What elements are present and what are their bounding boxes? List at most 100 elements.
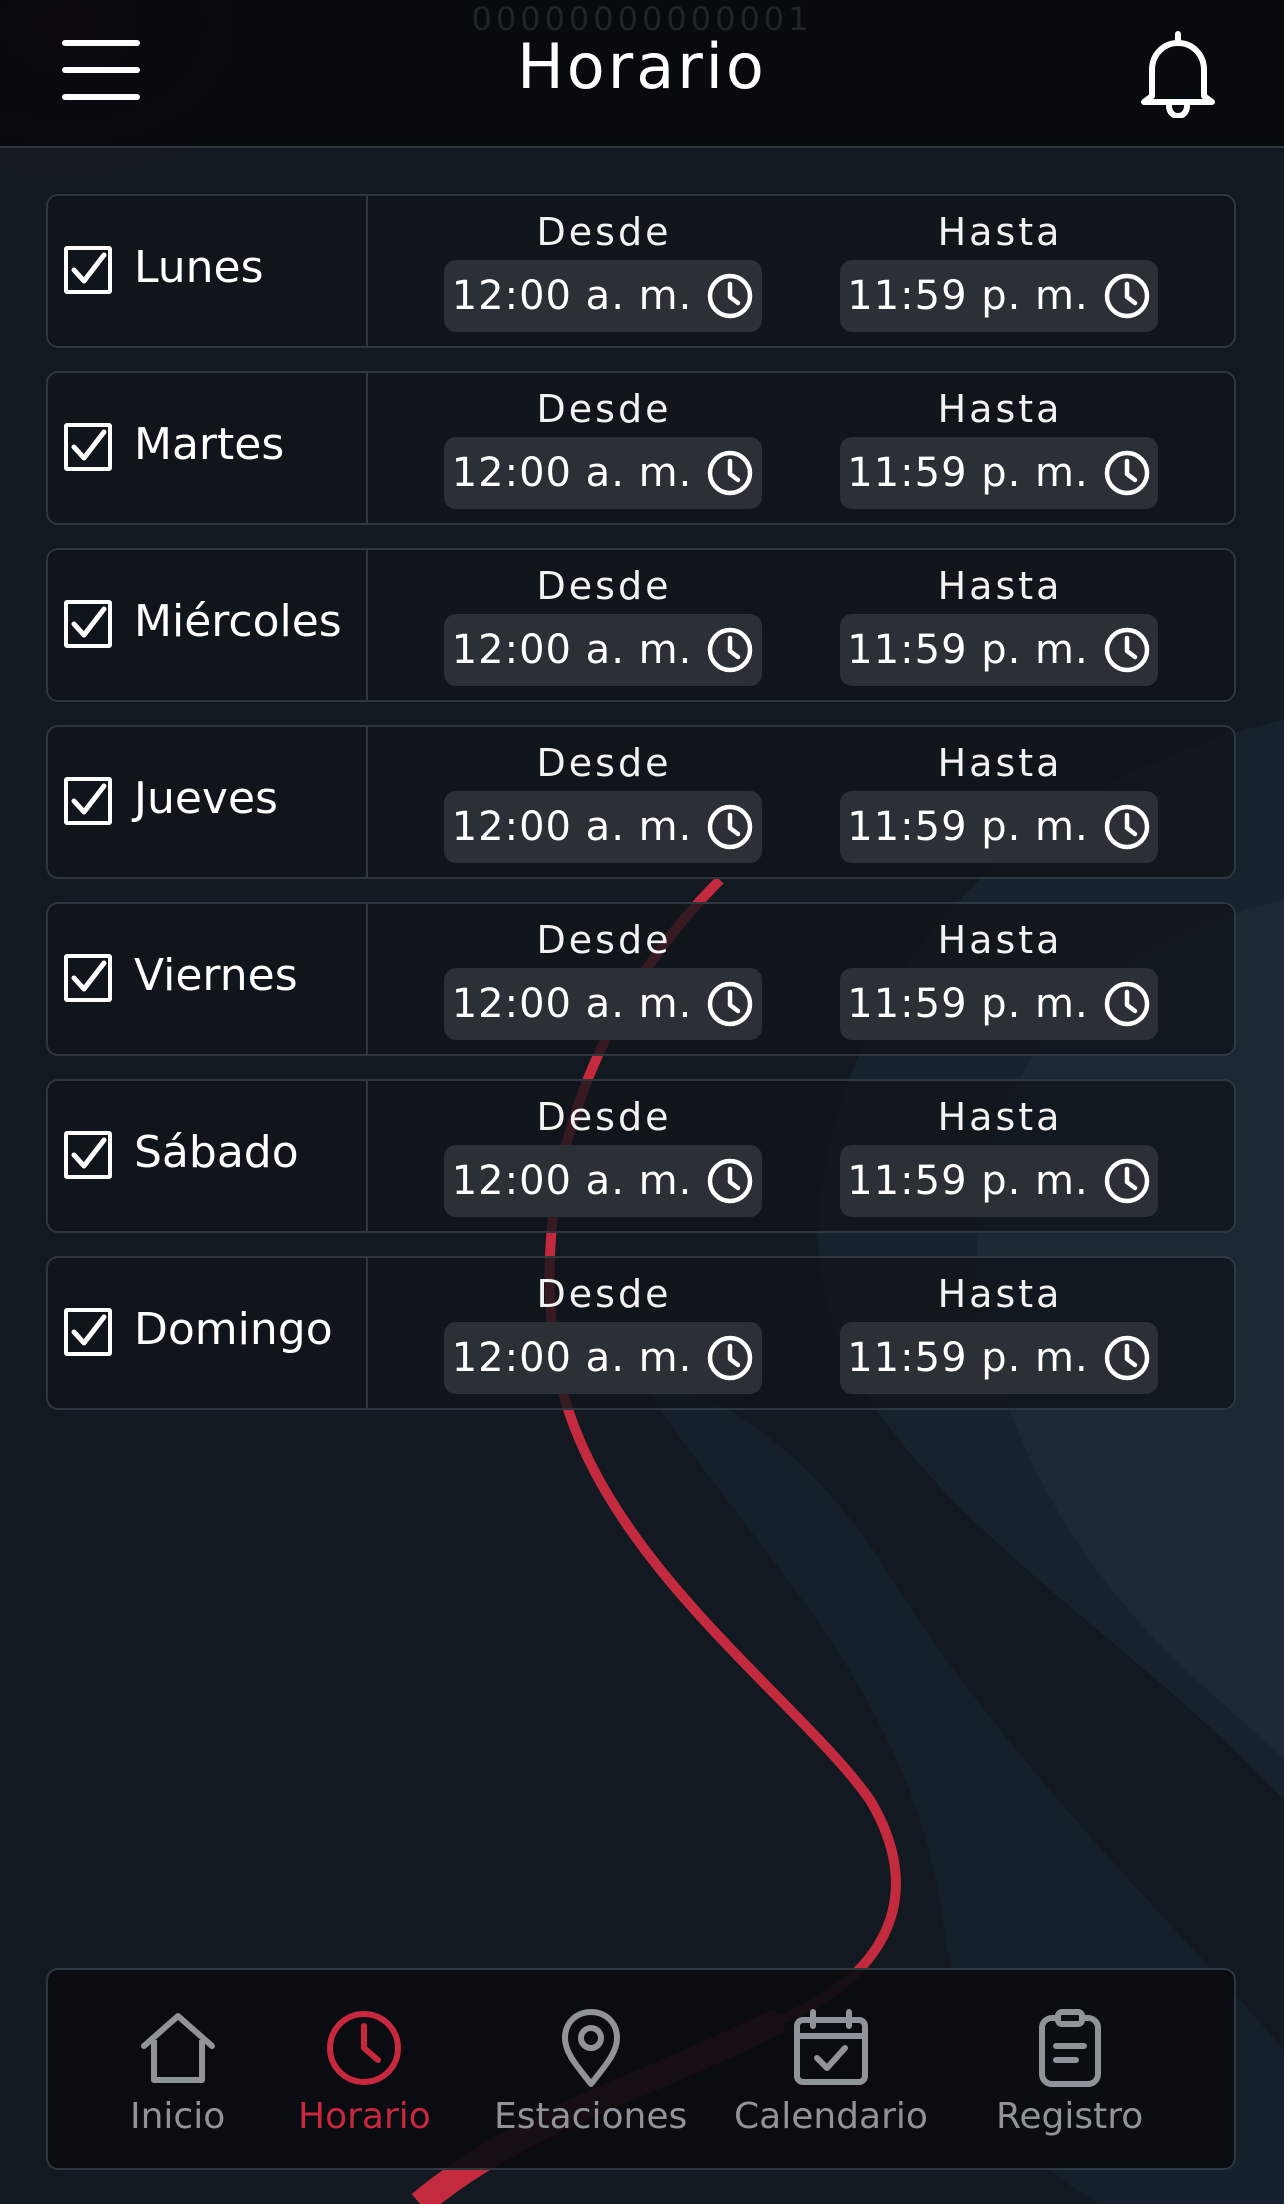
from-time-field[interactable]: 12:00 a. m. — [444, 968, 762, 1040]
to-time-group: Hasta 11:59 p. m. — [840, 739, 1160, 863]
to-time-value: 11:59 p. m. — [847, 627, 1089, 673]
clock-icon[interactable] — [1103, 449, 1151, 497]
from-label: Desde — [536, 564, 672, 608]
to-time-field[interactable]: 11:59 p. m. — [840, 614, 1158, 686]
clock-icon[interactable] — [706, 449, 754, 497]
nav-item-estaciones[interactable]: Estaciones — [494, 2006, 687, 2137]
to-time-value: 11:59 p. m. — [847, 1158, 1089, 1204]
from-time-group: Desde 12:00 a. m. — [444, 208, 764, 332]
to-time-field[interactable]: 11:59 p. m. — [840, 968, 1158, 1040]
clock-icon[interactable] — [1103, 1157, 1151, 1205]
from-time-value: 12:00 a. m. — [451, 450, 693, 496]
from-time-group: Desde 12:00 a. m. — [444, 739, 764, 863]
from-time-value: 12:00 a. m. — [451, 981, 693, 1027]
check-icon — [71, 1314, 107, 1346]
nav-item-calendario[interactable]: Calendario — [734, 2006, 928, 2137]
from-label: Desde — [536, 1272, 672, 1316]
nav-label: Estaciones — [494, 2096, 688, 2137]
day-checkbox[interactable] — [64, 1131, 112, 1179]
to-time-value: 11:59 p. m. — [847, 1335, 1089, 1381]
clock-icon[interactable] — [1103, 980, 1151, 1028]
to-time-group: Hasta 11:59 p. m. — [840, 916, 1160, 1040]
from-time-field[interactable]: 12:00 a. m. — [444, 791, 762, 863]
to-time-field[interactable]: 11:59 p. m. — [840, 1145, 1158, 1217]
check-icon — [71, 783, 107, 815]
day-checkbox[interactable] — [64, 423, 112, 471]
home-icon — [140, 2013, 215, 2083]
from-time-field[interactable]: 12:00 a. m. — [444, 260, 762, 332]
to-time-field[interactable]: 11:59 p. m. — [840, 260, 1158, 332]
check-icon — [71, 606, 107, 638]
to-time-group: Hasta 11:59 p. m. — [840, 1270, 1160, 1394]
day-label-cell: Sábado — [48, 1081, 368, 1231]
day-checkbox[interactable] — [64, 954, 112, 1002]
from-time-group: Desde 12:00 a. m. — [444, 562, 764, 686]
nav-label: Horario — [298, 2096, 431, 2137]
day-name: Martes — [134, 419, 285, 470]
from-time-group: Desde 12:00 a. m. — [444, 1270, 764, 1394]
day-label-cell: Jueves — [48, 727, 368, 877]
from-time-value: 12:00 a. m. — [451, 627, 693, 673]
day-label-cell: Domingo — [48, 1258, 368, 1408]
to-time-group: Hasta 11:59 p. m. — [840, 208, 1160, 332]
clock-icon[interactable] — [706, 1157, 754, 1205]
day-name: Jueves — [134, 773, 278, 824]
from-label: Desde — [536, 210, 672, 254]
day-name: Viernes — [134, 950, 298, 1001]
clock-icon[interactable] — [1103, 272, 1151, 320]
check-icon — [71, 1137, 107, 1169]
day-row: Miércoles Desde 12:00 a. m. Hasta 11:59 p. m… — [46, 548, 1236, 702]
to-label: Hasta — [937, 918, 1063, 962]
clock-icon[interactable] — [1103, 803, 1151, 851]
from-time-field[interactable]: 12:00 a. m. — [444, 1322, 762, 1394]
bell-icon[interactable] — [1138, 28, 1218, 120]
clock-icon[interactable] — [1103, 626, 1151, 674]
nav-item-horario[interactable]: Horario — [298, 2006, 431, 2137]
to-time-field[interactable]: 11:59 p. m. — [840, 791, 1158, 863]
day-label-cell: Lunes — [48, 196, 368, 346]
day-name: Lunes — [134, 242, 264, 293]
day-row: Viernes Desde 12:00 a. m. Hasta 11:59 p. m. — [46, 902, 1236, 1056]
to-time-field[interactable]: 11:59 p. m. — [840, 1322, 1158, 1394]
to-time-field[interactable]: 11:59 p. m. — [840, 437, 1158, 509]
to-time-value: 11:59 p. m. — [847, 804, 1089, 850]
to-time-value: 11:59 p. m. — [847, 273, 1089, 319]
to-time-group: Hasta 11:59 p. m. — [840, 1093, 1160, 1217]
to-time-value: 11:59 p. m. — [847, 450, 1089, 496]
nav-item-inicio[interactable]: Inicio — [130, 2006, 225, 2137]
to-label: Hasta — [937, 1095, 1063, 1139]
clock-icon[interactable] — [706, 626, 754, 674]
clock-icon[interactable] — [706, 803, 754, 851]
from-time-value: 12:00 a. m. — [451, 1335, 693, 1381]
day-label-cell: Martes — [48, 373, 368, 523]
location-pin-icon — [561, 2009, 620, 2087]
to-label: Hasta — [937, 387, 1063, 431]
clock-icon[interactable] — [706, 272, 754, 320]
from-time-group: Desde 12:00 a. m. — [444, 385, 764, 509]
from-time-field[interactable]: 12:00 a. m. — [444, 1145, 762, 1217]
to-label: Hasta — [937, 741, 1063, 785]
day-checkbox[interactable] — [64, 777, 112, 825]
from-time-value: 12:00 a. m. — [451, 1158, 693, 1204]
check-icon — [71, 960, 107, 992]
day-name: Domingo — [134, 1304, 333, 1355]
clock-icon[interactable] — [706, 1334, 754, 1382]
day-row: Lunes Desde 12:00 a. m. Hasta 11:59 p. m. — [46, 194, 1236, 348]
nav-label: Calendario — [734, 2096, 928, 2137]
day-checkbox[interactable] — [64, 246, 112, 294]
day-name: Sábado — [134, 1127, 299, 1178]
clock-icon[interactable] — [706, 980, 754, 1028]
check-icon — [71, 252, 107, 284]
nav-item-registro[interactable]: Registro — [996, 2006, 1143, 2137]
from-time-value: 12:00 a. m. — [451, 273, 693, 319]
day-name: Miércoles — [134, 596, 342, 647]
to-label: Hasta — [937, 1272, 1063, 1316]
from-time-value: 12:00 a. m. — [451, 804, 693, 850]
from-label: Desde — [536, 741, 672, 785]
page-title: Horario — [517, 30, 767, 103]
day-checkbox[interactable] — [64, 1308, 112, 1356]
from-time-field[interactable]: 12:00 a. m. — [444, 437, 762, 509]
clock-icon[interactable] — [1103, 1334, 1151, 1382]
day-checkbox[interactable] — [64, 600, 112, 648]
from-time-field[interactable]: 12:00 a. m. — [444, 614, 762, 686]
